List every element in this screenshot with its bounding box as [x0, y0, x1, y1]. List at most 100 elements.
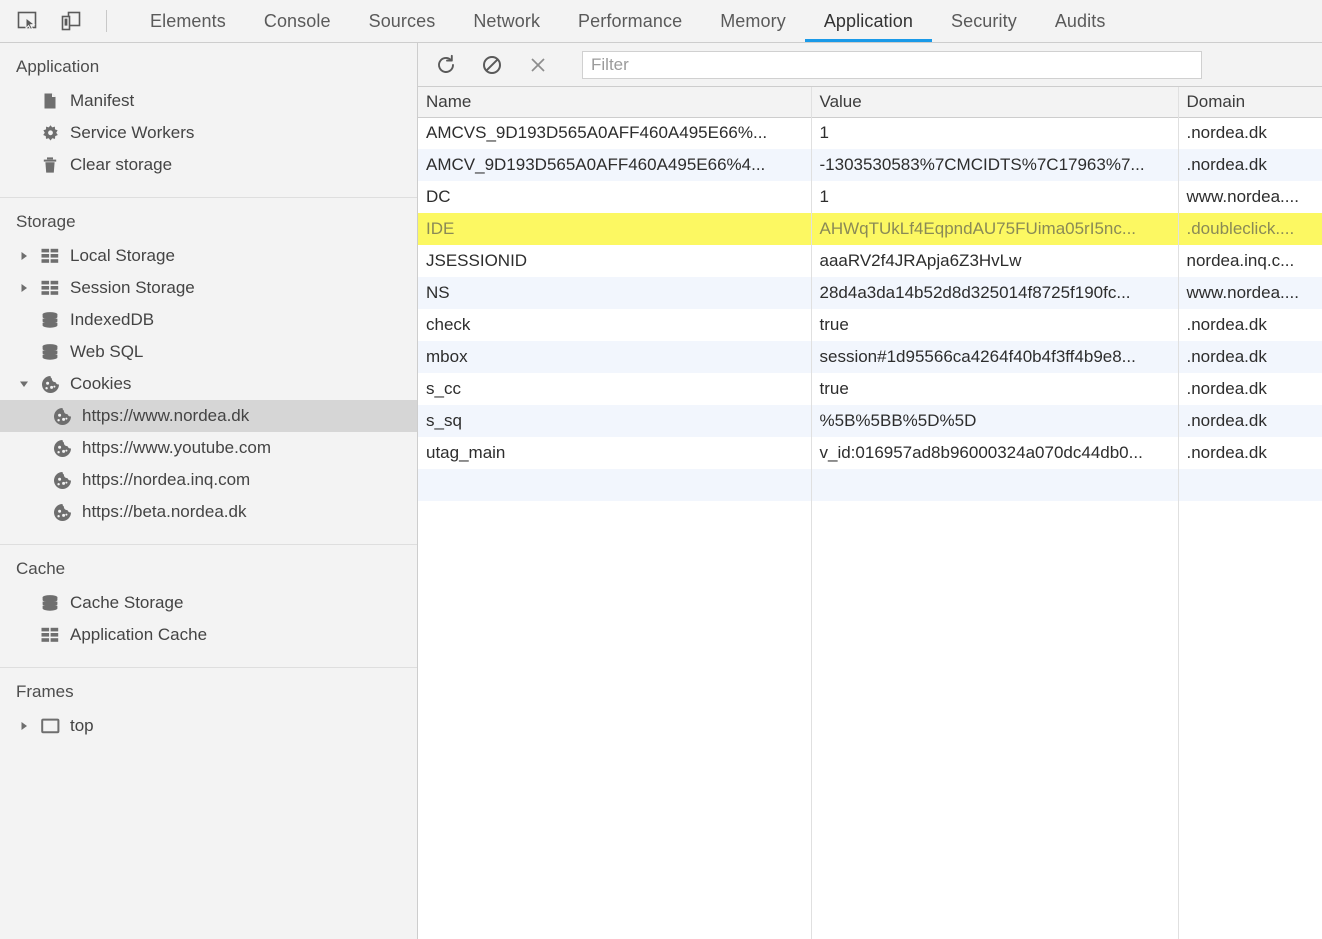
cell-name: JSESSIONID: [418, 245, 812, 277]
sidebar-section-cache: Cache Cache Storage Application Cache: [0, 545, 417, 668]
tab-label: Audits: [1054, 10, 1106, 31]
sidebar-item-cache-storage[interactable]: Cache Storage: [0, 587, 417, 619]
tab-label: Memory: [720, 10, 786, 31]
cell-domain: .nordea.dk: [1186, 315, 1267, 334]
cell-value: AHWqTUkLf4EqpndAU75FUima05rI5nc...: [811, 213, 1179, 245]
table-row[interactable]: s_cc true .nordea.dk: [418, 373, 1322, 405]
table-row[interactable]: AMCV_9D193D565A0AFF460A495E66%4... -13035…: [418, 149, 1322, 181]
sidebar-item-https-www-youtube-com[interactable]: https://www.youtube.com: [0, 432, 417, 464]
tab-label: Elements: [150, 10, 226, 31]
sidebar-item-label: Clear storage: [70, 155, 173, 174]
sidebar-item-web-sql[interactable]: Web SQL: [0, 336, 417, 368]
tab-application[interactable]: Application: [804, 0, 933, 42]
cell-value: 28d4a3da14b52d8d325014f8725f190fc...: [811, 277, 1179, 309]
cell-name: NS: [418, 277, 812, 309]
sidebar-item-local-storage[interactable]: Local Storage: [0, 240, 417, 272]
panel-body: Application Manifest Service Workers Clear …: [0, 43, 1322, 939]
inspect-element-icon[interactable]: [14, 8, 40, 34]
cell-name: check: [418, 309, 812, 341]
sidebar-item-top[interactable]: top: [0, 710, 417, 742]
filter-input[interactable]: [591, 51, 1193, 78]
sidebar-item-https-www-nordea-dk[interactable]: https://www.nordea.dk: [0, 400, 417, 432]
sidebar-section-title: Storage: [16, 212, 76, 231]
cell-domain: .nordea.dk: [1178, 405, 1322, 437]
chevron-down-icon[interactable]: [18, 378, 30, 390]
table-icon: [40, 278, 60, 298]
cell-name: mbox: [418, 341, 812, 373]
sidebar-item-label: Cache Storage: [70, 593, 184, 612]
cell-domain: .nordea.dk: [1186, 443, 1267, 462]
database-icon: [40, 593, 60, 613]
tab-audits[interactable]: Audits: [1036, 0, 1125, 42]
sidebar-section-title: Application: [16, 57, 100, 76]
cookies-panel: Name Value Domain AMCVS_9D193D565A0AFF46…: [418, 43, 1322, 939]
table-row[interactable]: JSESSIONID aaaRV2f4JRApja6Z3HvLw nordea.in…: [418, 245, 1322, 277]
cell-value: 1: [811, 117, 1179, 149]
table-row[interactable]: DC 1 www.nordea....: [418, 181, 1322, 213]
cell-domain: .nordea.dk: [1186, 123, 1267, 143]
tab-elements[interactable]: Elements: [131, 0, 245, 42]
refresh-icon[interactable]: [432, 51, 460, 79]
tab-sources[interactable]: Sources: [350, 0, 455, 42]
sidebar-item-indexeddb[interactable]: IndexedDB: [0, 304, 417, 336]
cell-value: 1: [811, 181, 1179, 213]
cell-domain: .nordea.dk: [1178, 149, 1322, 181]
column-header-value[interactable]: Value: [811, 87, 1179, 118]
cell-name: AMCVS_9D193D565A0AFF460A495E66%...: [418, 117, 812, 149]
sidebar-item-label: Local Storage: [70, 246, 175, 265]
table-row[interactable]: IDE AHWqTUkLf4EqpndAU75FUima05rI5nc... .do…: [418, 213, 1322, 245]
column-header-domain[interactable]: Domain: [1178, 87, 1322, 118]
column-header-name[interactable]: Name: [418, 87, 812, 118]
sidebar-section-title: Cache: [16, 559, 66, 578]
sidebar-item-label: https://beta.nordea.dk: [82, 502, 247, 521]
cell-name: s_cc: [418, 373, 812, 405]
table-icon: [40, 625, 60, 645]
table-row[interactable]: s_sq %5B%5BB%5D%5D .nordea.dk: [418, 405, 1322, 437]
panel-tabs: Elements Console Sources Network Perform…: [131, 0, 1124, 42]
tab-performance[interactable]: Performance: [559, 0, 701, 42]
chevron-right-icon[interactable]: [18, 282, 30, 294]
sidebar-item-manifest[interactable]: Manifest: [0, 85, 417, 117]
tab-label: Application: [823, 10, 913, 31]
sidebar-section-frames: Frames top: [0, 668, 417, 758]
tab-security[interactable]: Security: [932, 0, 1036, 42]
cell-domain: .nordea.dk: [1186, 379, 1267, 398]
cell-value: session#1d95566ca4264f40b4f3ff4b9e8...: [811, 341, 1179, 373]
cookies-table: Name Value Domain AMCVS_9D193D565A0AFF46…: [418, 87, 1322, 501]
trash-icon: [40, 155, 60, 175]
tab-network[interactable]: Network: [454, 0, 559, 42]
cell-name: s_sq: [418, 405, 812, 437]
device-toolbar-icon[interactable]: [58, 8, 84, 34]
clear-icon[interactable]: [478, 51, 506, 79]
application-sidebar: Application Manifest Service Workers Clear …: [0, 43, 418, 939]
cell-value: %5B%5BB%5D%5D: [811, 405, 1179, 437]
sidebar-item-cookies[interactable]: Cookies: [0, 368, 417, 400]
sidebar-section-title: Frames: [16, 682, 74, 701]
cell-value: -1303530583%7CMCIDTS%7C17963%7...: [811, 149, 1179, 181]
sidebar-item-https-beta-nordea-dk[interactable]: https://beta.nordea.dk: [0, 496, 417, 528]
table-row[interactable]: NS 28d4a3da14b52d8d325014f8725f190fc... ww…: [418, 277, 1322, 309]
filter-box[interactable]: [582, 50, 1202, 79]
sidebar-item-service-workers[interactable]: Service Workers: [0, 117, 417, 149]
chevron-right-icon[interactable]: [18, 720, 30, 732]
cell-domain: [1178, 469, 1322, 501]
table-icon: [40, 246, 60, 266]
tab-memory[interactable]: Memory: [701, 0, 805, 42]
close-icon[interactable]: [524, 51, 552, 79]
gear-icon: [40, 123, 60, 143]
table-row[interactable]: mbox session#1d95566ca4264f40b4f3ff4b9e8.…: [418, 341, 1322, 373]
table-row[interactable]: [418, 469, 1322, 501]
sidebar-item-https-nordea-inq-com[interactable]: https://nordea.inq.com: [0, 464, 417, 496]
sidebar-item-label: IndexedDB: [70, 310, 155, 329]
chevron-right-icon[interactable]: [18, 250, 30, 262]
tab-label: Network: [473, 10, 541, 31]
tab-label: Performance: [578, 10, 683, 31]
table-row[interactable]: AMCVS_9D193D565A0AFF460A495E66%... 1 .nord…: [418, 117, 1322, 149]
table-row[interactable]: check true .nordea.dk: [418, 309, 1322, 341]
sidebar-item-session-storage[interactable]: Session Storage: [0, 272, 417, 304]
table-header: Name Value Domain: [418, 87, 1322, 118]
table-row[interactable]: utag_main v_id:016957ad8b96000324a070dc44…: [418, 437, 1322, 469]
sidebar-item-application-cache[interactable]: Application Cache: [0, 619, 417, 651]
tab-console[interactable]: Console: [245, 0, 350, 42]
sidebar-item-clear-storage[interactable]: Clear storage: [0, 149, 417, 181]
